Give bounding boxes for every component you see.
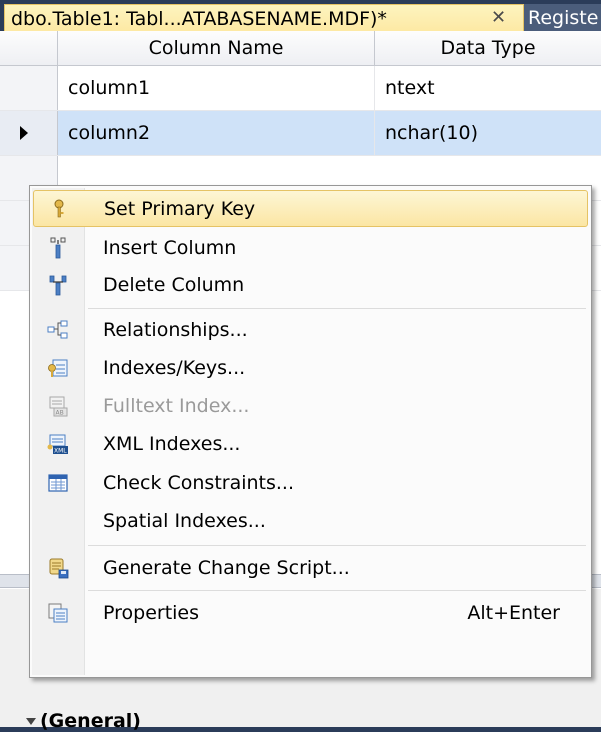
menu-separator	[88, 308, 586, 309]
row-selector[interactable]	[0, 111, 58, 155]
menu-item-label: Generate Change Script...	[103, 557, 350, 579]
table-row[interactable]: column1 ntext	[0, 66, 601, 111]
menu-item-fulltext-index[interactable]: AB Fulltext Index...	[33, 388, 588, 425]
menu-item-label: Indexes/Keys...	[103, 357, 246, 379]
svg-text:AB: AB	[56, 410, 64, 417]
menu-item-indexes-keys[interactable]: Indexes/Keys...	[33, 350, 588, 387]
tab-registered-servers[interactable]: Registe	[524, 4, 601, 31]
column-name-cell[interactable]: column2	[58, 111, 375, 155]
svg-text:XML: XML	[54, 448, 67, 455]
menu-item-label: Spatial Indexes...	[103, 510, 266, 532]
menu-item-label: Insert Column	[103, 237, 237, 259]
document-tab-strip: dbo.Table1: Tabl...ATABASENAME.MDF)* ✕ R…	[0, 0, 601, 31]
menu-item-delete-column[interactable]: Delete Column	[33, 267, 588, 304]
insert-column-icon	[50, 237, 66, 259]
data-type-header[interactable]: Data Type	[375, 31, 601, 65]
menu-separator	[88, 545, 586, 546]
collapse-triangle-icon[interactable]	[26, 718, 36, 725]
tab-title: dbo.Table1: Tabl...ATABASENAME.MDF)*	[11, 8, 387, 30]
key-icon	[54, 199, 64, 218]
fulltext-index-icon: AB	[49, 396, 68, 417]
properties-section-general[interactable]: (General)	[40, 710, 141, 732]
context-menu: Set Primary Key Insert Column Delete Col…	[29, 185, 592, 678]
menu-item-xml-indexes[interactable]: XML XML Indexes...	[33, 426, 588, 463]
table-row-selected[interactable]: column2 nchar(10)	[0, 111, 601, 156]
menu-item-label: Fulltext Index...	[103, 395, 250, 417]
relationships-icon	[47, 320, 68, 339]
data-type-cell[interactable]: nchar(10)	[375, 111, 601, 155]
menu-item-label: Relationships...	[103, 319, 248, 341]
properties-icon	[48, 603, 68, 623]
menu-item-spatial-indexes[interactable]: Spatial Indexes...	[33, 503, 588, 540]
menu-item-label: Properties	[103, 602, 200, 624]
check-constraints-icon	[48, 474, 68, 492]
row-selector[interactable]	[0, 66, 58, 110]
generate-script-icon	[49, 558, 69, 579]
menu-item-set-primary-key[interactable]: Set Primary Key	[33, 190, 588, 227]
menu-item-label: Check Constraints...	[103, 472, 295, 494]
xml-indexes-icon: XML	[47, 434, 68, 455]
data-type-cell[interactable]: ntext	[375, 66, 601, 110]
menu-item-check-constraints[interactable]: Check Constraints...	[33, 465, 588, 502]
grid-header: Column Name Data Type	[0, 31, 601, 66]
menu-item-shortcut: Alt+Enter	[467, 602, 560, 624]
menu-item-label: Set Primary Key	[104, 198, 256, 220]
menu-item-label: Delete Column	[103, 274, 245, 296]
menu-item-insert-column[interactable]: Insert Column	[33, 230, 588, 267]
row-selector-header	[0, 31, 58, 65]
tab-title: Registe	[528, 7, 599, 29]
menu-item-properties[interactable]: Properties Alt+Enter	[33, 595, 588, 632]
delete-column-icon	[49, 275, 67, 296]
menu-item-generate-change-script[interactable]: Generate Change Script...	[33, 550, 588, 587]
menu-item-label: XML Indexes...	[103, 433, 241, 455]
column-name-cell[interactable]: column1	[58, 66, 375, 110]
menu-item-relationships[interactable]: Relationships...	[33, 312, 588, 349]
close-tab-icon[interactable]: ✕	[491, 7, 506, 28]
column-name-header[interactable]: Column Name	[58, 31, 375, 65]
indexes-keys-icon	[48, 359, 68, 377]
current-row-arrow-icon	[20, 126, 28, 140]
menu-separator	[88, 590, 586, 591]
tab-table-designer[interactable]: dbo.Table1: Tabl...ATABASENAME.MDF)* ✕	[4, 4, 524, 31]
